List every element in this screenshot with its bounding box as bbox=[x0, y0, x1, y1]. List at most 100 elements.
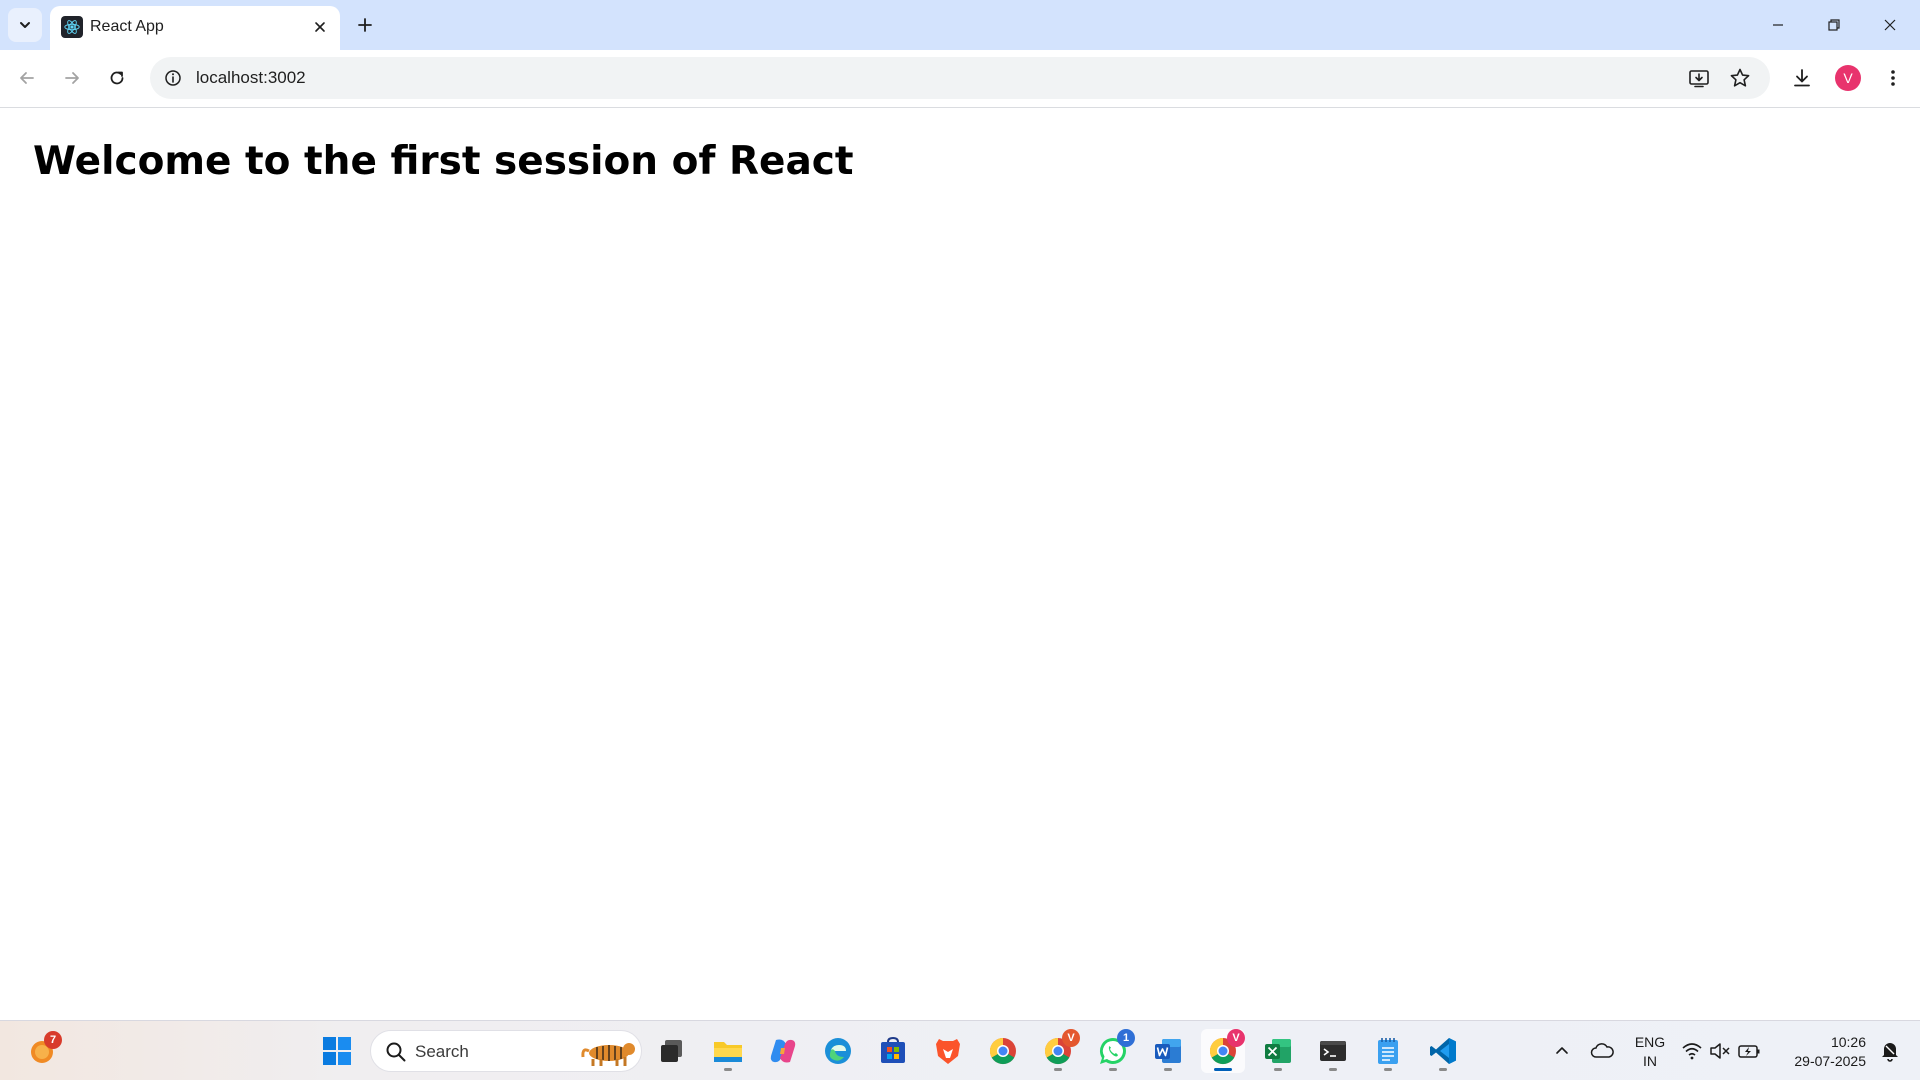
notification-badge: 1 bbox=[1117, 1029, 1135, 1047]
download-icon bbox=[1794, 69, 1810, 87]
weather-widget[interactable]: 7 bbox=[20, 1029, 64, 1073]
file-explorer-button[interactable] bbox=[706, 1029, 750, 1073]
reload-button[interactable] bbox=[100, 61, 134, 95]
address-bar[interactable]: localhost:3002 bbox=[150, 57, 1770, 99]
clock[interactable]: 10:26 29-07-2025 bbox=[1780, 1033, 1866, 1071]
terminal-icon bbox=[1320, 1041, 1346, 1061]
profile-avatar[interactable]: V bbox=[1835, 65, 1861, 91]
browser-tab[interactable]: React App bbox=[50, 6, 340, 50]
search-placeholder: Search bbox=[415, 1042, 469, 1061]
battery-charging-icon bbox=[1738, 1045, 1760, 1058]
downloads-button[interactable] bbox=[1785, 61, 1819, 95]
notepad-button[interactable] bbox=[1366, 1029, 1410, 1073]
show-hidden-icons-button[interactable] bbox=[1540, 1029, 1584, 1073]
windows-logo-icon bbox=[323, 1037, 351, 1065]
address-url[interactable]: localhost:3002 bbox=[196, 68, 306, 88]
browser-toolbar: localhost:3002 V bbox=[0, 50, 1920, 108]
running-indicator bbox=[1164, 1068, 1172, 1071]
wifi-icon bbox=[1682, 1043, 1702, 1060]
chevron-down-icon bbox=[20, 22, 30, 28]
back-button[interactable] bbox=[10, 61, 44, 95]
screen: React App localhost:3002 V Welcome to th… bbox=[0, 0, 1920, 1080]
onedrive-button[interactable] bbox=[1580, 1029, 1624, 1073]
notifications-button[interactable] bbox=[1870, 1029, 1910, 1073]
edge-icon bbox=[825, 1038, 851, 1064]
tab-title: React App bbox=[90, 18, 164, 35]
restore-icon bbox=[1828, 19, 1840, 31]
active-indicator bbox=[1214, 1068, 1232, 1071]
chrome-icon bbox=[989, 1037, 1016, 1065]
star-icon bbox=[1730, 68, 1750, 87]
weather-badge: 7 bbox=[44, 1031, 62, 1049]
chrome-profile-button[interactable]: V bbox=[1036, 1029, 1080, 1073]
language-region: IN bbox=[1643, 1053, 1657, 1069]
brave-lion-icon bbox=[936, 1039, 960, 1064]
profile-badge: V bbox=[1227, 1029, 1245, 1047]
search-icon bbox=[386, 1042, 406, 1062]
plus-icon bbox=[358, 18, 372, 32]
notification-bell-icon bbox=[1882, 1043, 1898, 1062]
language-indicator[interactable]: ENG IN bbox=[1628, 1033, 1672, 1071]
word-button[interactable] bbox=[1146, 1029, 1190, 1073]
site-info-button[interactable] bbox=[160, 65, 186, 91]
windows-taskbar: 7 Search V 1 V ENG IN 10:26 29-07-2025 bbox=[0, 1020, 1920, 1080]
excel-button[interactable] bbox=[1256, 1029, 1300, 1073]
close-icon bbox=[315, 22, 325, 32]
running-indicator bbox=[724, 1068, 732, 1071]
reload-icon bbox=[110, 71, 124, 85]
vscode-button[interactable] bbox=[1421, 1029, 1465, 1073]
task-view-icon bbox=[661, 1040, 682, 1062]
whatsapp-button[interactable]: 1 bbox=[1091, 1029, 1135, 1073]
edge-button[interactable] bbox=[816, 1029, 860, 1073]
install-app-icon bbox=[1689, 70, 1709, 88]
microsoft-store-button[interactable] bbox=[871, 1029, 915, 1073]
copilot-button[interactable] bbox=[761, 1029, 805, 1073]
start-button[interactable] bbox=[315, 1029, 359, 1073]
quick-settings-button[interactable] bbox=[1676, 1029, 1766, 1073]
restore-button[interactable] bbox=[1806, 0, 1862, 50]
more-vertical-icon bbox=[1891, 70, 1895, 86]
chrome-active-button[interactable]: V bbox=[1201, 1029, 1245, 1073]
notepad-icon bbox=[1378, 1038, 1398, 1064]
brave-button[interactable] bbox=[926, 1029, 970, 1073]
language-code: ENG bbox=[1634, 1034, 1666, 1050]
task-view-button[interactable] bbox=[650, 1029, 694, 1073]
minimize-button[interactable] bbox=[1750, 0, 1806, 50]
tab-strip: React App bbox=[0, 0, 1920, 50]
tiger-illustration-icon bbox=[581, 1043, 635, 1066]
running-indicator bbox=[1329, 1068, 1337, 1071]
folder-icon bbox=[714, 1042, 742, 1062]
tab-close-button[interactable] bbox=[308, 15, 332, 39]
running-indicator bbox=[1109, 1068, 1117, 1071]
running-indicator bbox=[1274, 1068, 1282, 1071]
arrow-left-icon bbox=[20, 72, 34, 84]
info-icon bbox=[165, 70, 181, 86]
terminal-button[interactable] bbox=[1311, 1029, 1355, 1073]
browser-menu-button[interactable] bbox=[1876, 61, 1910, 95]
vscode-icon bbox=[1430, 1038, 1456, 1064]
page-heading: Welcome to the first session of React bbox=[33, 139, 854, 184]
speaker-muted-icon bbox=[1710, 1043, 1730, 1059]
forward-button[interactable] bbox=[55, 61, 89, 95]
profile-badge: V bbox=[1062, 1029, 1080, 1047]
clock-date: 29-07-2025 bbox=[1794, 1053, 1866, 1069]
store-icon bbox=[881, 1036, 905, 1063]
close-icon bbox=[1884, 19, 1896, 31]
cloud-icon bbox=[1590, 1043, 1614, 1058]
react-logo-icon bbox=[61, 16, 83, 38]
page-viewport: Welcome to the first session of React bbox=[0, 109, 1920, 1020]
arrow-right-icon bbox=[65, 72, 79, 84]
word-icon bbox=[1155, 1039, 1181, 1063]
running-indicator bbox=[1439, 1068, 1447, 1071]
bookmark-star-button[interactable] bbox=[1726, 64, 1754, 92]
chevron-up-icon bbox=[1556, 1047, 1568, 1054]
new-tab-button[interactable] bbox=[350, 10, 380, 40]
taskbar-search[interactable]: Search bbox=[370, 1030, 642, 1072]
running-indicator bbox=[1054, 1068, 1062, 1071]
chrome-button[interactable] bbox=[981, 1029, 1025, 1073]
install-app-button[interactable] bbox=[1685, 64, 1713, 92]
running-indicator bbox=[1384, 1068, 1392, 1071]
minimize-icon bbox=[1773, 24, 1783, 26]
tab-search-button[interactable] bbox=[8, 8, 42, 42]
close-window-button[interactable] bbox=[1862, 0, 1918, 50]
